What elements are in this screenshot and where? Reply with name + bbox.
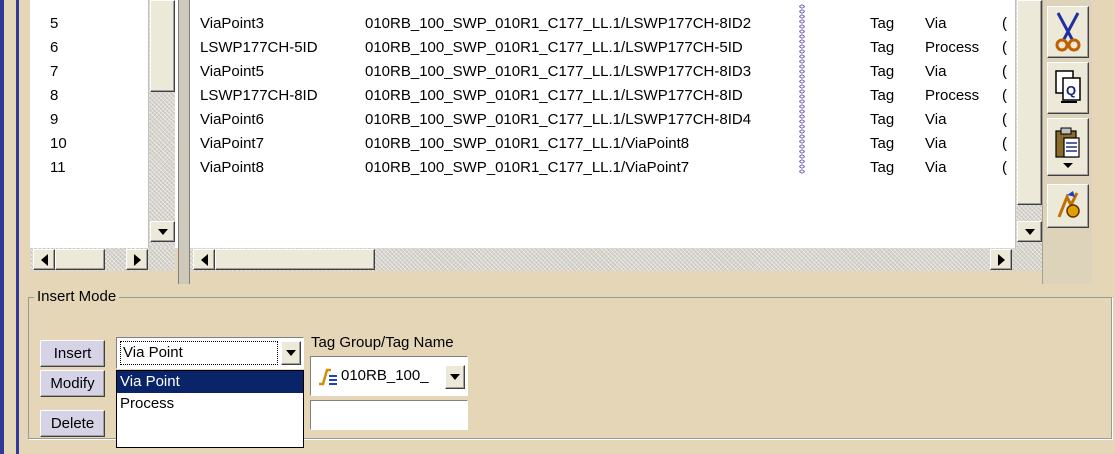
tag-group-label: Tag Group/Tag Name [311, 334, 454, 351]
table-cell-extra[interactable]: ( [1002, 14, 1007, 34]
table-cell-path[interactable]: 010RB_100_SWP_010R1_C177_LL.1/ViaPoint7 [365, 158, 689, 178]
mode-select-dropdown-button[interactable] [281, 341, 301, 365]
left-list-scroll-left-button[interactable] [33, 249, 55, 270]
mode-select[interactable]: Via Point [116, 337, 304, 369]
scroll-right-arrow-icon [133, 253, 141, 266]
tag-group-icon [319, 368, 337, 386]
tag-group-dropdown-button[interactable] [445, 365, 465, 389]
mode-option-process[interactable]: Process [117, 393, 303, 415]
insert-mode-legend: Insert Mode [34, 288, 120, 306]
table-cell-extra[interactable]: ( [1002, 158, 1007, 178]
table-cell-type[interactable]: Via [925, 158, 946, 178]
left-list-scroll-right-button[interactable] [126, 249, 148, 270]
tag-name-input[interactable] [310, 400, 468, 430]
table-cell-path[interactable]: 010RB_100_SWP_010R1_C177_LL.1/LSWP177CH-… [365, 110, 751, 130]
scroll-right-arrow-icon [997, 253, 1005, 266]
table-cell-path[interactable]: 010RB_100_SWP_010R1_C177_LL.1/LSWP177CH-… [365, 14, 751, 34]
list-item[interactable]: 7 [50, 62, 58, 82]
table-cell-extra[interactable]: ( [1002, 86, 1007, 106]
table-cell-tag[interactable]: Tag [870, 38, 894, 58]
cut-button[interactable] [1047, 6, 1089, 58]
table-cell-type[interactable]: Process [925, 86, 979, 106]
list-item[interactable]: 5 [50, 14, 58, 34]
table-cell-extra[interactable]: ( [1002, 38, 1007, 58]
delete-button[interactable]: Delete [40, 410, 105, 437]
table-scroll-down-button[interactable] [1017, 221, 1042, 242]
table-cell-name[interactable]: ViaPoint5 [200, 62, 264, 82]
table-cell-type[interactable]: Via [925, 62, 946, 82]
left-list-rows: 5 6 7 8 9 10 11 [30, 0, 148, 248]
table-cell-type[interactable]: Process [925, 38, 979, 58]
table-scroll-left-button[interactable] [193, 249, 215, 270]
tag-group-select[interactable]: 010RB_100_ [310, 356, 468, 396]
table-vscrollbar[interactable] [1015, 0, 1042, 248]
scissors-icon [1055, 12, 1081, 52]
table-cell-name[interactable]: ViaPoint6 [200, 110, 264, 130]
table-cell-extra[interactable]: ( [1002, 110, 1007, 130]
list-item[interactable]: 11 [50, 158, 66, 178]
table-cell-type[interactable]: Via [925, 14, 946, 34]
modify-button[interactable]: Modify [40, 370, 105, 397]
right-toolbar: Q [1042, 0, 1092, 284]
window-frame-inner-left [16, 0, 19, 454]
table-scroll-right-button[interactable] [990, 249, 1012, 270]
table-cell-path[interactable]: 010RB_100_SWP_010R1_C177_LL.1/ViaPoint8 [365, 134, 689, 154]
chevron-down-icon [450, 374, 460, 380]
table-vscroll-thumb[interactable] [1017, 0, 1042, 205]
window-frame-left [0, 0, 4, 454]
table-cell-name[interactable]: ViaPoint8 [200, 158, 264, 178]
scroll-down-arrow-icon [1024, 228, 1035, 235]
special-tool-button[interactable] [1047, 184, 1089, 228]
table-cell-type[interactable]: Via [925, 134, 946, 154]
main-table-panel[interactable]: ViaPoint3 010RB_100_SWP_010R1_C177_LL.1/… [190, 0, 1042, 248]
table-cell-path[interactable]: 010RB_100_SWP_010R1_C177_LL.1/LSWP177CH-… [365, 38, 743, 58]
table-cell-tag[interactable]: Tag [870, 110, 894, 130]
table-cell-extra[interactable]: ( [1002, 62, 1007, 82]
table-cell-name[interactable]: ViaPoint3 [200, 14, 264, 34]
copy-icon: Q [1055, 70, 1081, 103]
table-cell-path[interactable]: 010RB_100_SWP_010R1_C177_LL.1/LSWP177CH-… [365, 86, 743, 106]
table-cell-tag[interactable]: Tag [870, 158, 894, 178]
paste-icon [1055, 127, 1080, 168]
tag-group-value: 010RB_100_ [341, 367, 429, 384]
mode-option-via-point[interactable]: Via Point [117, 371, 303, 393]
left-list-hscroll-thumb[interactable] [55, 249, 105, 270]
left-list-scroll-down-button[interactable] [150, 221, 175, 242]
table-cell-name[interactable]: LSWP177CH-8ID [200, 86, 318, 106]
list-item[interactable]: 10 [50, 134, 67, 154]
left-list-hscrollbar[interactable] [30, 248, 175, 271]
list-item[interactable]: 6 [50, 38, 58, 58]
panel-splitter[interactable] [178, 0, 190, 284]
table-cell-tag[interactable]: Tag [870, 62, 894, 82]
list-item[interactable]: 8 [50, 86, 58, 106]
table-cell-type[interactable]: Via [925, 110, 946, 130]
left-list-vscrollbar[interactable] [148, 0, 175, 248]
chain-link-icon [798, 4, 806, 174]
mode-select-value: Via Point [120, 341, 278, 365]
scroll-down-arrow-icon [157, 228, 168, 235]
table-hscroll-thumb[interactable] [215, 249, 375, 270]
table-cell-tag[interactable]: Tag [870, 86, 894, 106]
svg-text:Q: Q [1066, 83, 1076, 98]
table-hscrollbar[interactable] [190, 248, 1042, 271]
mode-select-dropdown-list: Via Point Process [116, 370, 304, 448]
chevron-down-icon [286, 350, 296, 356]
copy-button[interactable]: Q [1047, 62, 1089, 114]
table-cell-tag[interactable]: Tag [870, 14, 894, 34]
table-cell-name[interactable]: LSWP177CH-5ID [200, 38, 318, 58]
scroll-left-arrow-icon [200, 253, 208, 266]
list-item[interactable]: 9 [50, 110, 58, 130]
table-cell-tag[interactable]: Tag [870, 134, 894, 154]
insert-button[interactable]: Insert [40, 340, 105, 367]
scroll-left-arrow-icon [40, 253, 48, 266]
table-cell-extra[interactable]: ( [1002, 134, 1007, 154]
left-list-panel[interactable]: 5 6 7 8 9 10 11 [30, 0, 178, 248]
paste-button[interactable] [1047, 118, 1089, 176]
table-cell-name[interactable]: ViaPoint7 [200, 134, 264, 154]
special-icon [1057, 191, 1080, 218]
left-list-vscroll-thumb[interactable] [150, 0, 175, 92]
table-cell-path[interactable]: 010RB_100_SWP_010R1_C177_LL.1/LSWP177CH-… [365, 62, 751, 82]
